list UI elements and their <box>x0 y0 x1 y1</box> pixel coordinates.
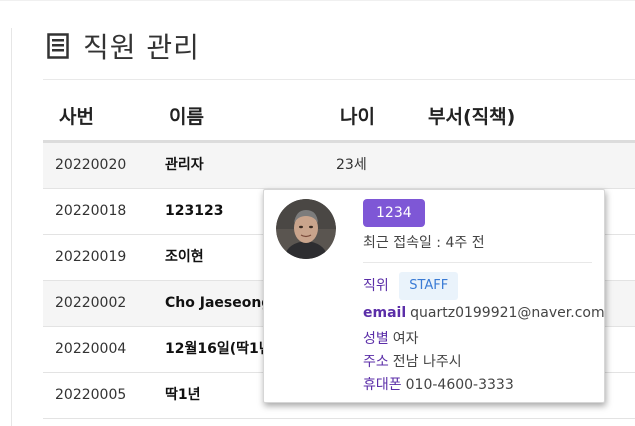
header-dept[interactable]: 부서(직책) <box>428 102 515 129</box>
list-document-icon <box>47 33 69 59</box>
content-left-border <box>11 28 12 426</box>
header-id[interactable]: 사번 <box>59 102 94 129</box>
cell-id: 20220018 <box>55 203 127 219</box>
position-label: 직위 <box>363 278 389 294</box>
employee-profile-popover: 1234 최근 접속일 : 4주 전 직위 STAFF email quartz0… <box>263 189 605 403</box>
phone-value[interactable]: 010-4600-3333 <box>406 377 514 393</box>
address-field: 주소 전남 나주시 <box>363 351 462 371</box>
email-value[interactable]: quartz0199921@naver.com <box>410 305 604 321</box>
address-label: 주소 <box>363 354 389 370</box>
header-age[interactable]: 나이 <box>340 102 375 129</box>
cell-name[interactable]: 관리자 <box>165 143 204 188</box>
phone-field: 휴대폰 010-4600-3333 <box>363 374 514 394</box>
cell-name[interactable]: Cho Jaeseong <box>165 281 271 326</box>
last-login-text: 최근 접속일 : 4주 전 <box>363 235 485 251</box>
address-value: 전남 나주시 <box>392 354 462 370</box>
cell-id: 20220004 <box>55 341 127 357</box>
cell-name[interactable]: 12월16일(딱1년 <box>165 327 272 372</box>
table-header: 사번 이름 나이 부서(직책) <box>43 92 635 140</box>
gender-value: 여자 <box>392 331 419 347</box>
top-divider <box>0 0 635 1</box>
page-title-text: 직원 관리 <box>83 31 200 64</box>
gender-label: 성별 <box>363 331 389 347</box>
table-row[interactable]: 20220020 관리자 23세 <box>43 143 635 189</box>
cell-id: 20220020 <box>55 157 127 173</box>
cell-age: 23세 <box>336 157 367 173</box>
page-title: 직원 관리 <box>47 26 200 66</box>
email-label: email <box>363 305 407 321</box>
cell-name[interactable]: 딱1년 <box>165 373 201 418</box>
position-chip: STAFF <box>399 272 459 300</box>
avatar <box>276 199 336 259</box>
cell-name[interactable]: 123123 <box>165 189 223 234</box>
title-divider <box>43 79 635 80</box>
email-field: email quartz0199921@naver.com <box>363 305 605 321</box>
position-field: 직위 STAFF <box>363 272 459 300</box>
cell-name[interactable]: 조이현 <box>165 235 204 280</box>
cell-id: 20220019 <box>55 249 127 265</box>
cell-id: 20220005 <box>55 387 127 403</box>
popover-divider <box>363 262 592 263</box>
header-name[interactable]: 이름 <box>169 102 204 129</box>
gender-field: 성별 여자 <box>363 328 419 348</box>
phone-label: 휴대폰 <box>363 377 402 393</box>
employee-name-badge: 1234 <box>363 199 425 227</box>
cell-id: 20220002 <box>55 295 127 311</box>
